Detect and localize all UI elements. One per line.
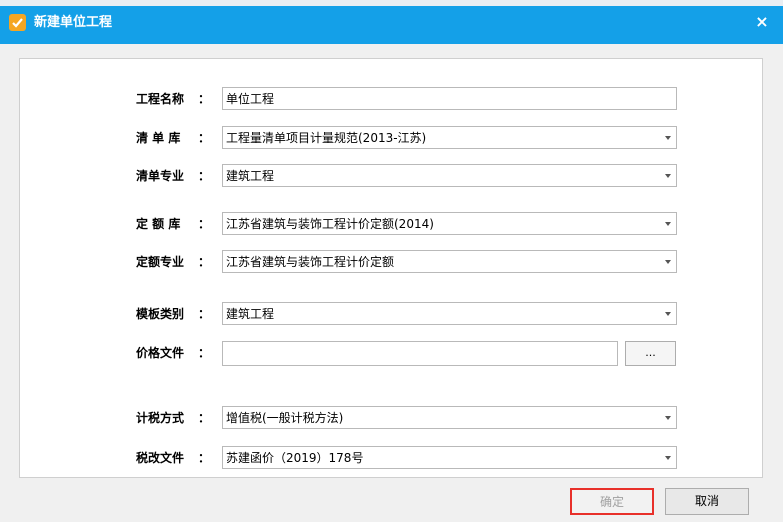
row-tax-reform-file: 税改文件 ： 苏建函价（2019）178号 [0,446,783,471]
chevron-down-icon [665,312,671,316]
colon: ： [198,346,211,360]
bill-specialty-value: 建筑工程 [226,169,275,183]
app-icon [9,14,26,31]
row-project-name: 工程名称 ： 单位工程 [0,87,783,112]
tax-reform-file-label: 税改文件 [136,451,185,465]
ok-button[interactable]: 确定 [570,488,654,515]
quota-library-select[interactable]: 江苏省建筑与装饰工程计价定额(2014) [222,212,677,235]
tax-method-select[interactable]: 增值税(一般计税方法) [222,406,677,429]
template-category-value: 建筑工程 [226,307,275,321]
colon: ： [198,217,211,231]
project-name-value: 单位工程 [226,92,275,106]
tax-method-value: 增值税(一般计税方法) [226,411,344,425]
quota-library-label: 定 额 库 [136,217,181,231]
dialog-titlebar: 新建单位工程 × [0,6,783,44]
bill-specialty-select[interactable]: 建筑工程 [222,164,677,187]
tax-method-label: 计税方式 [136,411,185,425]
colon: ： [198,451,211,465]
chevron-down-icon [665,260,671,264]
close-button[interactable]: × [753,12,771,32]
row-tax-method: 计税方式 ： 增值税(一般计税方法) [0,406,783,431]
price-file-input[interactable] [222,341,618,366]
colon: ： [198,307,211,321]
template-category-select[interactable]: 建筑工程 [222,302,677,325]
row-quota-specialty: 定额专业 ： 江苏省建筑与装饰工程计价定额 [0,250,783,275]
quota-specialty-label: 定额专业 [136,255,185,269]
tax-reform-file-select[interactable]: 苏建函价（2019）178号 [222,446,677,469]
chevron-down-icon [665,456,671,460]
project-name-label: 工程名称 [136,92,185,106]
chevron-down-icon [665,222,671,226]
tax-reform-file-value: 苏建函价（2019）178号 [226,451,364,465]
colon: ： [198,411,211,425]
chevron-down-icon [665,174,671,178]
dialog-title: 新建单位工程 [34,15,113,30]
quota-specialty-select[interactable]: 江苏省建筑与装饰工程计价定额 [222,250,677,273]
row-quota-library: 定 额 库 ： 江苏省建筑与装饰工程计价定额(2014) [0,212,783,237]
browse-button[interactable]: ... [625,341,676,366]
bill-specialty-label: 清单专业 [136,169,185,183]
bill-library-label: 清 单 库 [136,131,181,145]
cancel-button[interactable]: 取消 [665,488,749,515]
colon: ： [198,92,211,106]
row-bill-library: 清 单 库 ： 工程量清单项目计量规范(2013-江苏) [0,126,783,151]
row-price-file: 价格文件 ： ... [0,341,783,366]
chevron-down-icon [665,136,671,140]
row-template-category: 模板类别 ： 建筑工程 [0,302,783,327]
quota-library-value: 江苏省建筑与装饰工程计价定额(2014) [226,217,434,231]
project-name-input[interactable]: 单位工程 [222,87,677,110]
colon: ： [198,255,211,269]
template-category-label: 模板类别 [136,307,185,321]
colon: ： [198,169,211,183]
chevron-down-icon [665,416,671,420]
bill-library-select[interactable]: 工程量清单项目计量规范(2013-江苏) [222,126,677,149]
price-file-label: 价格文件 [136,346,185,360]
bill-library-value: 工程量清单项目计量规范(2013-江苏) [226,131,427,145]
colon: ： [198,131,211,145]
row-bill-specialty: 清单专业 ： 建筑工程 [0,164,783,189]
quota-specialty-value: 江苏省建筑与装饰工程计价定额 [226,255,395,269]
